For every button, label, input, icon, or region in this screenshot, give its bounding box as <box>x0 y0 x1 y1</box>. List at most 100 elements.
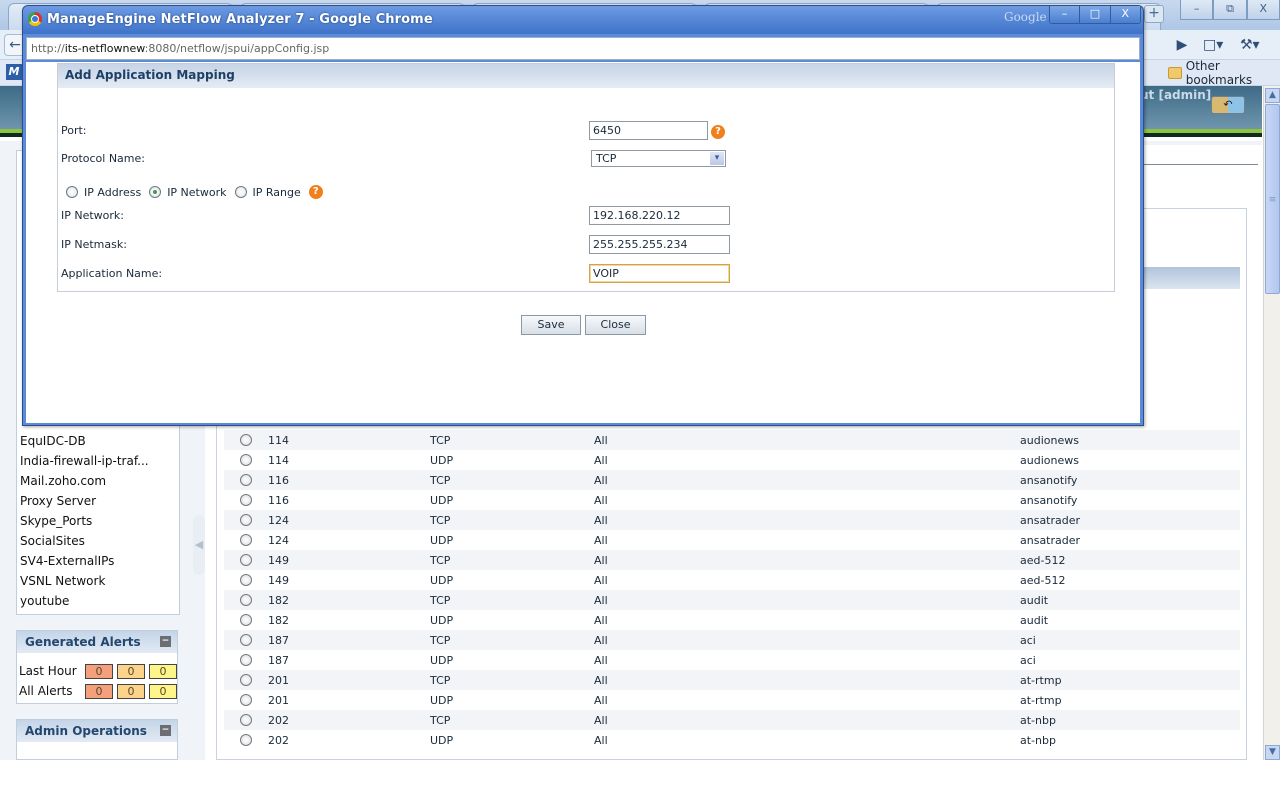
row-select-radio[interactable] <box>240 614 252 626</box>
list-item[interactable]: SocialSites <box>20 531 149 551</box>
app-bookmark-icon[interactable]: M <box>6 64 22 80</box>
table-row[interactable]: 149 TCP All aed-512 <box>224 550 1240 570</box>
protocol-cell: TCP <box>430 553 451 567</box>
row-select-radio[interactable] <box>240 694 252 706</box>
generated-alerts-panel: Generated Alerts − Last Hour 0 0 0 All A… <box>16 630 178 704</box>
go-button[interactable]: ▶ <box>1170 34 1194 56</box>
page-menu-button[interactable]: □▾ <box>1203 34 1233 56</box>
protocol-select[interactable]: TCP ▾ <box>591 150 726 167</box>
table-row[interactable]: 182 UDP All audit <box>224 610 1240 630</box>
row-select-radio[interactable] <box>240 634 252 646</box>
radio-ip-range[interactable] <box>234 186 247 198</box>
popup-minimize-button[interactable]: – <box>1050 6 1080 23</box>
collapse-icon[interactable]: − <box>160 725 171 736</box>
protocol-cell: TCP <box>430 593 451 607</box>
row-select-radio[interactable] <box>240 594 252 606</box>
save-button[interactable]: Save <box>521 315 581 335</box>
list-item[interactable]: VSNL Network <box>20 571 149 591</box>
ip-network-input[interactable] <box>589 206 730 225</box>
table-row[interactable]: 124 TCP All ansatrader <box>224 510 1240 530</box>
list-item[interactable]: Proxy Server <box>20 491 149 511</box>
new-tab-button[interactable]: + <box>1144 5 1164 23</box>
table-row[interactable]: 201 UDP All at-rtmp <box>224 690 1240 710</box>
popup-titlebar[interactable]: ManageEngine NetFlow Analyzer 7 - Google… <box>23 6 1143 34</box>
application-cell: aci <box>1020 653 1036 667</box>
application-name-input[interactable] <box>589 264 730 283</box>
list-item[interactable]: EquIDC-DB <box>20 431 149 451</box>
generated-alerts-title: Generated Alerts <box>25 635 141 649</box>
chevron-down-icon[interactable]: ▾ <box>710 152 724 165</box>
row-select-radio[interactable] <box>240 674 252 686</box>
radio-ip-address[interactable] <box>66 186 78 198</box>
page-scrollbar[interactable]: ▲ ≡ ▼ <box>1263 86 1280 760</box>
close-button[interactable]: Close <box>585 315 646 335</box>
alerts-row-all: All Alerts 0 0 0 <box>17 681 177 701</box>
protocol-selected-value: TCP <box>596 152 617 165</box>
logout-icon[interactable]: ↶ <box>1211 96 1245 114</box>
alerts-row-label: Last Hour <box>19 664 77 678</box>
table-row[interactable]: 187 TCP All aci <box>224 630 1240 650</box>
list-item[interactable]: SV4-ExternalIPs <box>20 551 149 571</box>
popup-body: Add Application Mapping Port: ? Protocol… <box>26 62 1140 423</box>
table-row[interactable]: 114 UDP All audionews <box>224 450 1240 470</box>
chrome-icon <box>28 12 42 26</box>
row-select-radio[interactable] <box>240 434 252 446</box>
restore-button[interactable]: ⧉ <box>1213 0 1247 20</box>
radio-ip-network[interactable] <box>149 186 162 198</box>
port-input[interactable] <box>589 121 708 140</box>
row-select-radio[interactable] <box>240 454 252 466</box>
list-item[interactable]: youtube <box>20 591 149 611</box>
minimize-button[interactable]: – <box>1180 0 1214 20</box>
table-row[interactable]: 149 UDP All aed-512 <box>224 570 1240 590</box>
table-row[interactable]: 201 TCP All at-rtmp <box>224 670 1240 690</box>
row-select-radio[interactable] <box>240 474 252 486</box>
table-row[interactable]: 202 TCP All at-nbp <box>224 710 1240 730</box>
popup-url-bar[interactable]: http://its-netflownew:8080/netflow/jspui… <box>26 37 1140 60</box>
row-select-radio[interactable] <box>240 654 252 666</box>
sidebar-splitter[interactable]: ◀ <box>193 515 205 575</box>
major-alert-count[interactable]: 0 <box>117 683 145 699</box>
port-cell: 116 <box>268 473 289 487</box>
warning-alert-count[interactable]: 0 <box>149 663 177 679</box>
row-select-radio[interactable] <box>240 494 252 506</box>
close-window-button[interactable]: X <box>1246 0 1280 20</box>
help-icon[interactable]: ? <box>308 185 323 199</box>
generated-alerts-header: Generated Alerts − <box>17 631 177 653</box>
popup-close-button[interactable]: X <box>1109 6 1140 23</box>
ip-netmask-input[interactable] <box>589 235 730 254</box>
collapse-icon[interactable]: − <box>160 636 171 647</box>
warning-alert-count[interactable]: 0 <box>149 683 177 699</box>
major-alert-count[interactable]: 0 <box>117 663 145 679</box>
table-row[interactable]: 202 UDP All at-nbp <box>224 730 1240 750</box>
table-row[interactable]: 187 UDP All aci <box>224 650 1240 670</box>
row-select-radio[interactable] <box>240 734 252 746</box>
list-item[interactable]: Mail.zoho.com <box>20 471 149 491</box>
scroll-thumb[interactable]: ≡ <box>1265 104 1280 294</box>
row-select-radio[interactable] <box>240 514 252 526</box>
protocol-cell: TCP <box>430 673 451 687</box>
list-item[interactable]: India-firewall-ip-traf... <box>20 451 149 471</box>
table-row[interactable]: 182 TCP All audit <box>224 590 1240 610</box>
port-cell: 182 <box>268 593 289 607</box>
table-row[interactable]: 116 TCP All ansanotify <box>224 470 1240 490</box>
ip-cell: All <box>594 653 608 667</box>
wrench-menu-button[interactable]: ⚒▾ <box>1240 34 1270 56</box>
row-select-radio[interactable] <box>240 574 252 586</box>
table-row[interactable]: 116 UDP All ansanotify <box>224 490 1240 510</box>
critical-alert-count[interactable]: 0 <box>85 663 113 679</box>
list-item[interactable]: Skype_Ports <box>20 511 149 531</box>
popup-maximize-button[interactable]: □ <box>1079 6 1110 23</box>
scroll-up-button[interactable]: ▲ <box>1265 88 1280 103</box>
scroll-down-button[interactable]: ▼ <box>1265 745 1280 760</box>
help-icon[interactable]: ? <box>711 125 725 139</box>
row-select-radio[interactable] <box>240 554 252 566</box>
critical-alert-count[interactable]: 0 <box>85 683 113 699</box>
table-row[interactable]: 124 UDP All ansatrader <box>224 530 1240 550</box>
ip-cell: All <box>594 633 608 647</box>
application-cell: at-nbp <box>1020 713 1056 727</box>
row-select-radio[interactable] <box>240 534 252 546</box>
row-select-radio[interactable] <box>240 714 252 726</box>
table-row[interactable]: 114 TCP All audionews <box>224 430 1240 450</box>
alerts-row-last-hour: Last Hour 0 0 0 <box>17 661 177 681</box>
other-bookmarks[interactable]: Other bookmarks <box>1168 59 1280 87</box>
